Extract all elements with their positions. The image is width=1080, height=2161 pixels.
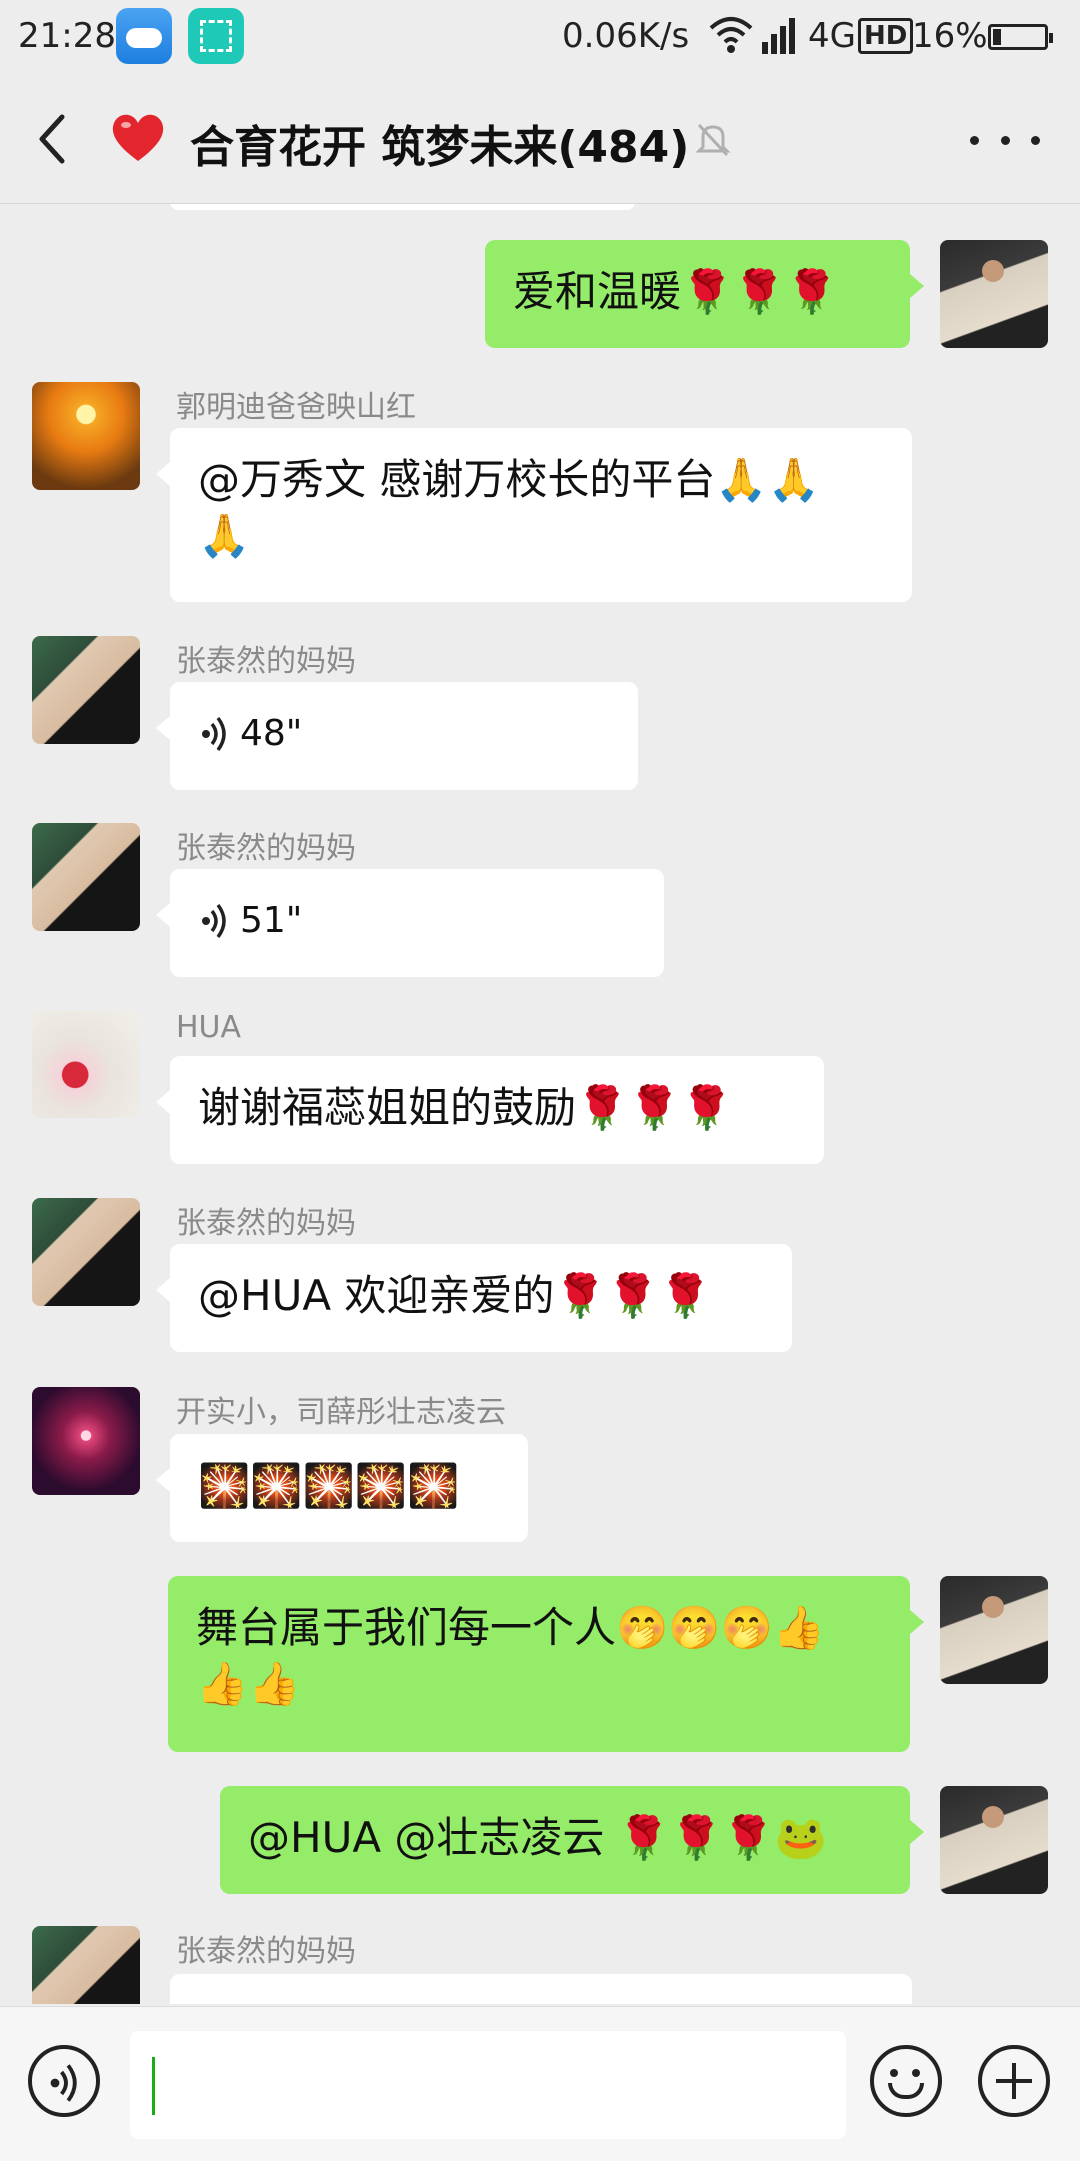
battery-icon — [988, 24, 1053, 50]
sender-avatar[interactable] — [32, 636, 140, 744]
my-avatar[interactable] — [940, 240, 1048, 348]
more-button[interactable] — [970, 115, 1040, 165]
voice-message-bubble[interactable]: 51" — [156, 869, 664, 977]
more-icon-dot — [1000, 135, 1010, 145]
voice-input-button[interactable] — [28, 2045, 100, 2117]
signal-icon — [762, 14, 795, 54]
more-icon-dot — [970, 135, 979, 145]
voice-duration: 51" — [240, 900, 303, 941]
status-bar: 21:28 0.06K/s 4G HD 16% — [0, 0, 1080, 75]
message-text: 🎇🎇🎇🎇🎇 — [198, 1461, 460, 1510]
message-text-line: 🙏 — [198, 511, 251, 560]
message-text: @HUA 欢迎亲爱的🌹🌹🌹 — [198, 1271, 712, 1320]
chat-title: 合育花开 筑梦未来(484) — [190, 122, 690, 173]
more-icon-dot — [1031, 135, 1040, 145]
sender-avatar[interactable] — [32, 823, 140, 931]
scan-app-icon — [188, 8, 244, 64]
voice-message-bubble[interactable]: 48" — [156, 682, 638, 790]
wifi-icon — [709, 17, 753, 53]
sender-avatar[interactable] — [32, 1198, 140, 1306]
message-text-line: 👍👍 — [196, 1659, 301, 1708]
message-text: 谢谢福蕊姐姐的鼓励🌹🌹🌹 — [198, 1083, 733, 1132]
my-avatar[interactable] — [940, 1576, 1048, 1684]
message-bubble-incoming[interactable]: @万秀文 感谢万校长的平台🙏🙏 🙏 — [156, 428, 912, 602]
message-bubble-outgoing[interactable]: 爱和温暖🌹🌹🌹 — [485, 240, 924, 348]
network-speed: 0.06K/s — [562, 16, 690, 56]
heart-icon — [112, 114, 164, 161]
sender-name: 张泰然的妈妈 — [176, 831, 356, 866]
network-type: 4G — [808, 16, 856, 56]
sender-name: 张泰然的妈妈 — [176, 644, 356, 679]
message-bubble-incoming[interactable]: @HUA 欢迎亲爱的🌹🌹🌹 — [156, 1244, 792, 1352]
input-bar — [0, 2006, 1080, 2161]
sender-name: 郭明迪爸爸映山红 — [176, 390, 416, 425]
mute-icon — [695, 123, 731, 157]
hd-badge: HD — [858, 18, 914, 54]
voice-wave-icon — [202, 716, 226, 752]
text-caret — [152, 2057, 155, 2115]
message-bubble-outgoing[interactable]: @HUA @壮志凌云 🌹🌹🌹🐸 — [220, 1786, 924, 1894]
back-icon[interactable] — [30, 111, 80, 167]
weather-app-icon — [116, 8, 172, 64]
chat-header: 合育花开 筑梦未来(484) — [0, 75, 1080, 204]
message-bubble-outgoing[interactable]: 舞台属于我们每一个人🤭🤭🤭👍 👍👍 — [168, 1576, 924, 1752]
voice-icon — [50, 2064, 77, 2102]
message-text: @HUA @壮志凌云 🌹🌹🌹🐸 — [248, 1813, 827, 1862]
sender-name: 张泰然的妈妈 — [176, 1934, 356, 1969]
sender-avatar[interactable] — [32, 382, 140, 490]
message-text: 爱和温暖🌹🌹🌹 — [513, 267, 838, 316]
sender-name: 张泰然的妈妈 — [176, 1206, 356, 1241]
message-list[interactable]: 爱和温暖🌹🌹🌹 郭明迪爸爸映山红 @万秀文 感谢万校长的平台🙏🙏 🙏 张泰然的妈… — [0, 204, 1080, 2004]
battery-percent: 16% — [912, 16, 988, 56]
emoji-button[interactable] — [870, 2045, 942, 2117]
voice-duration: 48" — [240, 713, 303, 754]
sender-name: 开实小，司薛彤壮志凌云 — [176, 1395, 506, 1430]
message-bubble-incoming[interactable]: 🎇🎇🎇🎇🎇 — [156, 1434, 528, 1542]
previous-message-bubble — [170, 204, 635, 210]
message-bubble-incoming[interactable] — [170, 1974, 912, 2004]
message-text-line: 舞台属于我们每一个人🤭🤭🤭👍 — [196, 1603, 826, 1652]
voice-wave-icon — [202, 903, 226, 939]
my-avatar[interactable] — [940, 1786, 1048, 1894]
message-text-line: @万秀文 感谢万校长的平台🙏🙏 — [198, 455, 820, 504]
message-bubble-incoming[interactable]: 谢谢福蕊姐姐的鼓励🌹🌹🌹 — [156, 1056, 824, 1164]
message-input[interactable] — [130, 2031, 846, 2139]
sender-avatar[interactable] — [32, 1387, 140, 1495]
more-actions-button[interactable] — [978, 2045, 1050, 2117]
status-time: 21:28 — [18, 16, 116, 56]
sender-name: HUA — [176, 1010, 242, 1045]
sender-avatar[interactable] — [32, 1926, 140, 2004]
sender-avatar[interactable] — [32, 1010, 140, 1118]
